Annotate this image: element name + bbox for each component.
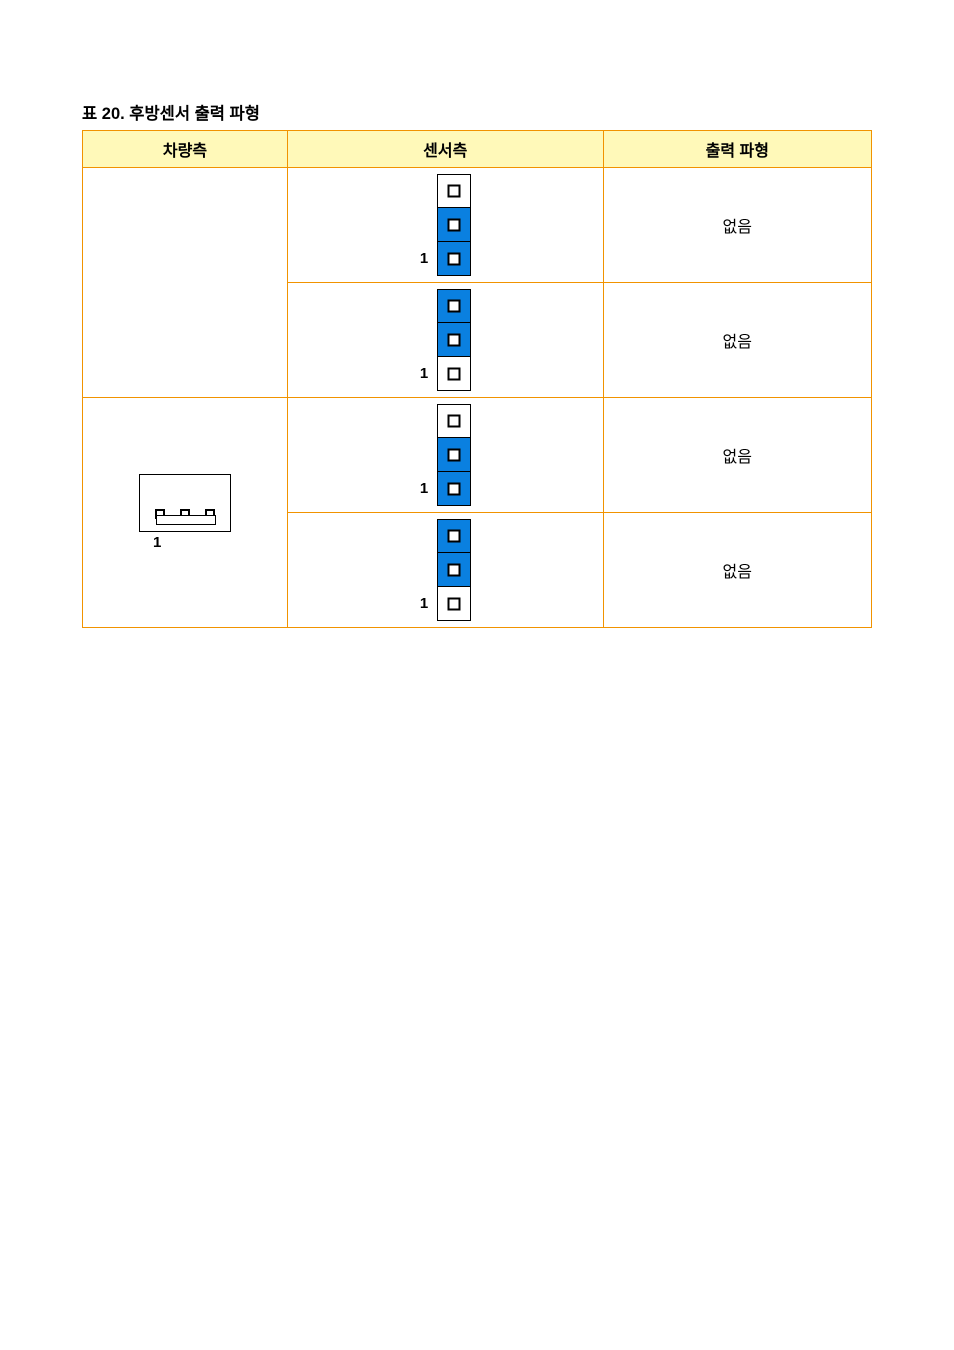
block-number: 1: [420, 472, 432, 506]
connector-icon: [139, 474, 231, 532]
sensor-pin-2: [437, 438, 471, 472]
sensor-block-stack: [437, 289, 471, 391]
sensor-block-stack: [437, 174, 471, 276]
connector-slot: [156, 515, 216, 525]
connector-label: 1: [139, 532, 231, 551]
sensor-pin-2: [437, 208, 471, 242]
output-cell: 없음: [603, 513, 871, 628]
block-number: 1: [420, 357, 432, 391]
sensor-pin-3: [437, 404, 471, 438]
sensor-pin-3: [437, 174, 471, 208]
sensor-pin-3: [437, 289, 471, 323]
sensor-pin-1: [437, 472, 471, 506]
sensor-cell: 1: [287, 513, 603, 628]
block-number: 1: [420, 242, 432, 276]
sensor-pin-1: [437, 242, 471, 276]
sensor-pin-1: [437, 357, 471, 391]
sensor-pin-2: [437, 323, 471, 357]
output-cell: 없음: [603, 168, 871, 283]
sensor-pin-2: [437, 553, 471, 587]
sensor-block-stack: [437, 519, 471, 621]
vehicle-connector: 1: [139, 474, 231, 551]
table-title: 표 20. 후방센서 출력 파형: [82, 56, 872, 124]
sensor-cell: 1: [287, 168, 603, 283]
sensor-block-stack: [437, 404, 471, 506]
sensor-pin-3: [437, 519, 471, 553]
output-waveform-table: 차량측 센서측 출력 파형 1: [82, 130, 872, 628]
output-cell: 없음: [603, 283, 871, 398]
output-cell: 없음: [603, 398, 871, 513]
col-header-output: 출력 파형: [603, 131, 871, 168]
col-header-vehicle: 차량측: [83, 131, 288, 168]
col-header-sensor: 센서측: [287, 131, 603, 168]
block-number: 1: [420, 587, 432, 621]
table-row: 1 1 없음: [83, 398, 872, 513]
sensor-cell: 1: [287, 398, 603, 513]
table-row: 1 없음: [83, 168, 872, 283]
sensor-pin-1: [437, 587, 471, 621]
vehicle-cell: 1: [83, 398, 288, 628]
table-header-row: 차량측 센서측 출력 파형: [83, 131, 872, 168]
page-container: 표 20. 후방센서 출력 파형 차량측 센서측 출력 파형 1: [0, 0, 954, 628]
sensor-cell: 1: [287, 283, 603, 398]
vehicle-cell: [83, 168, 288, 398]
